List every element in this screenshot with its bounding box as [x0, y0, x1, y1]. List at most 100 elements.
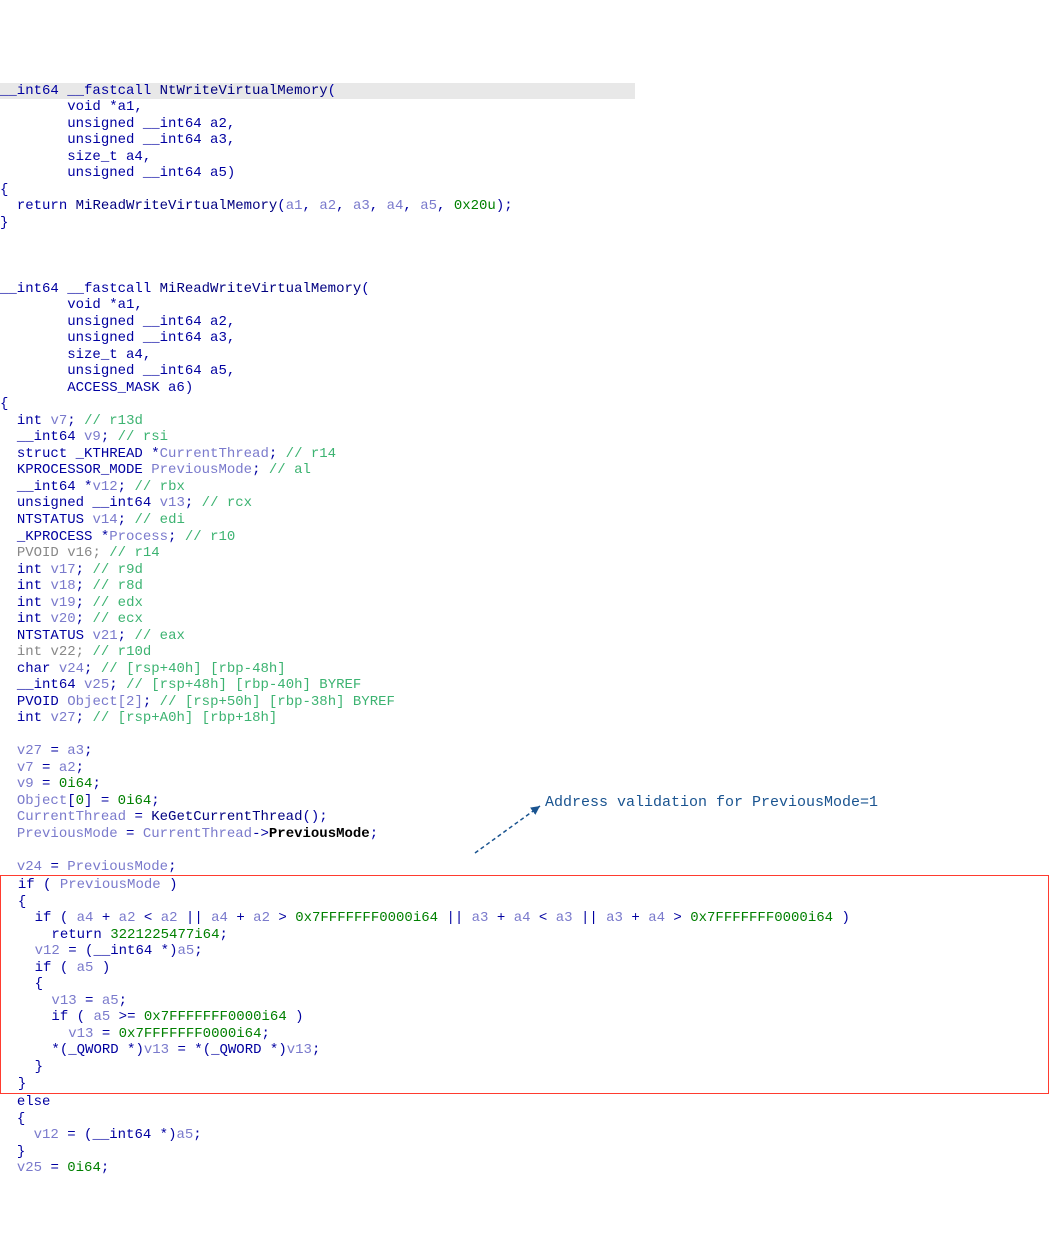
- decl-type: int: [17, 611, 42, 627]
- var: v13: [287, 1042, 312, 1058]
- func-name: NtWriteVirtualMemory: [160, 83, 328, 99]
- field: PreviousMode: [269, 826, 370, 842]
- decl-type: NTSTATUS: [17, 512, 84, 528]
- decl-comment: // al: [269, 462, 311, 478]
- decl-type: _KPROCESS *: [17, 529, 109, 545]
- var: v12: [34, 1127, 59, 1143]
- decl-var: v27: [50, 710, 75, 726]
- decl-comment: // rbx: [134, 479, 184, 495]
- arg: a3: [353, 198, 370, 214]
- decl-type: __int64: [17, 677, 76, 693]
- var: a5: [77, 960, 94, 976]
- param: void *a1,: [67, 99, 143, 115]
- else-kw: else: [17, 1094, 51, 1110]
- decl-type: PVOID: [17, 694, 59, 710]
- decl-var: v21: [92, 628, 117, 644]
- cast: _QWORD *: [211, 1042, 278, 1058]
- decl-type: int: [17, 562, 42, 578]
- var: CurrentThread: [17, 809, 126, 825]
- decl-comment: // eax: [134, 628, 184, 644]
- decl-comment: // r10: [185, 529, 235, 545]
- if-kw: if: [35, 910, 52, 926]
- cast: __int64 *: [92, 1127, 168, 1143]
- var: a2: [59, 760, 76, 776]
- decl-comment: // r14: [109, 545, 159, 561]
- var: PreviousMode: [17, 826, 118, 842]
- decl-var: Process: [109, 529, 168, 545]
- decl-comment: // [rsp+48h] [rbp-40h] BYREF: [126, 677, 361, 693]
- arg: a4: [387, 198, 404, 214]
- decl-type: char: [17, 661, 51, 677]
- param: size_t a4,: [67, 149, 151, 165]
- decl-comment: // [rsp+A0h] [rbp+18h]: [92, 710, 277, 726]
- func-name: MiReadWriteVirtualMemory: [160, 281, 362, 297]
- decl-var: v13: [160, 495, 185, 511]
- decl-var: v19: [50, 595, 75, 611]
- decl-comment: // ecx: [92, 611, 142, 627]
- var: a3: [472, 910, 489, 926]
- var: v13: [51, 993, 76, 1009]
- decl-comment: // r13d: [84, 413, 143, 429]
- decl-comment: // r14: [286, 446, 336, 462]
- var: a5: [102, 993, 119, 1009]
- var: a5: [177, 943, 194, 959]
- arg: a5: [420, 198, 437, 214]
- arg: a1: [286, 198, 303, 214]
- decl-type: __int64 *: [17, 479, 93, 495]
- decl-type: struct _KTHREAD *: [17, 446, 160, 462]
- decl-comment: // [rsp+50h] [rbp-38h] BYREF: [160, 694, 395, 710]
- decl-comment: // edi: [134, 512, 184, 528]
- decl-type: int: [17, 578, 42, 594]
- decl-var: v9: [84, 429, 101, 445]
- var: CurrentThread: [143, 826, 252, 842]
- param: void *a1,: [67, 297, 143, 313]
- decl-type: int: [17, 595, 42, 611]
- called-fn: KeGetCurrentThread: [151, 809, 302, 825]
- var: v24: [17, 859, 42, 875]
- var: a4: [77, 910, 94, 926]
- decl-type: int: [17, 710, 42, 726]
- literal: 0i64: [59, 776, 93, 792]
- called-fn: MiReadWriteVirtualMemory: [76, 198, 278, 214]
- var: Object: [17, 793, 67, 809]
- literal: 0i64: [67, 1160, 101, 1176]
- var: v7: [17, 760, 34, 776]
- literal: 0i64: [118, 793, 152, 809]
- if-kw: if: [18, 877, 35, 893]
- decl-comment: // r9d: [92, 562, 142, 578]
- arg: a2: [319, 198, 336, 214]
- var: a2: [253, 910, 270, 926]
- decl-var: v24: [59, 661, 84, 677]
- var: v13: [144, 1042, 169, 1058]
- param: size_t a4,: [67, 347, 151, 363]
- decl-var: v12: [92, 479, 117, 495]
- var: a4: [514, 910, 531, 926]
- decl-var: v20: [50, 611, 75, 627]
- decl-comment: // r10d: [92, 644, 151, 660]
- param: unsigned __int64 a2,: [67, 314, 235, 330]
- highlighted-box: if ( PreviousMode ) { if ( a4 + a2 < a2 …: [0, 875, 1049, 1094]
- decl-var: Object[2]: [67, 694, 143, 710]
- var: v27: [17, 743, 42, 759]
- arrow-icon: [470, 798, 550, 858]
- literal: 3221225477i64: [110, 927, 219, 943]
- var: PreviousMode: [67, 859, 168, 875]
- literal: 0x7FFFFFFF0000i64: [295, 910, 438, 926]
- cast: _QWORD *: [68, 1042, 135, 1058]
- type-prefix: __int64 __fastcall: [0, 281, 160, 297]
- cast: __int64 *: [93, 943, 169, 959]
- param: unsigned __int64 a3,: [67, 132, 235, 148]
- var: v12: [35, 943, 60, 959]
- decl-var: v22: [50, 644, 75, 660]
- if-kw: if: [51, 1009, 68, 1025]
- var: v9: [17, 776, 34, 792]
- var: a2: [161, 910, 178, 926]
- var: a2: [119, 910, 136, 926]
- literal: 0: [76, 793, 84, 809]
- var: v25: [17, 1160, 42, 1176]
- decl-comment: // rcx: [202, 495, 252, 511]
- literal: 0x7FFFFFFF0000i64: [144, 1009, 287, 1025]
- decl-type: unsigned __int64: [17, 495, 151, 511]
- var: a3: [606, 910, 623, 926]
- var: v13: [68, 1026, 93, 1042]
